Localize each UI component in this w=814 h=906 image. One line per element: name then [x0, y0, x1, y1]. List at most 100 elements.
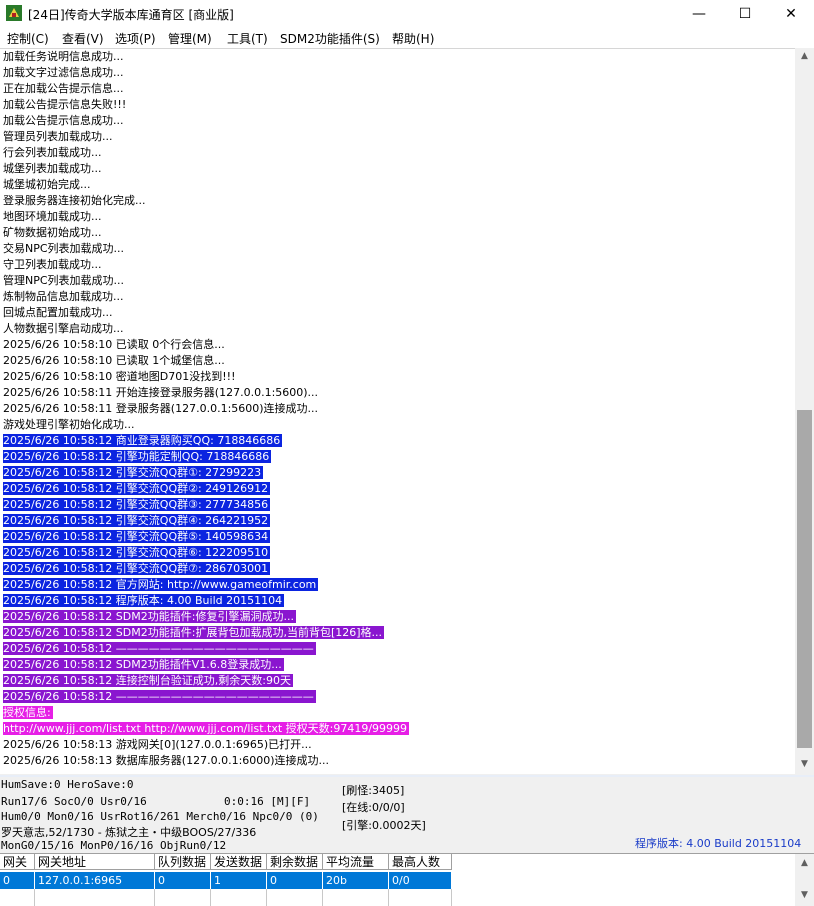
scroll-thumb[interactable]: [797, 410, 812, 748]
log-line-text: 炼制物品信息加载成功...: [3, 290, 124, 303]
log-line-text: 守卫列表加载成功...: [3, 258, 102, 271]
log-line: 守卫列表加载成功...: [0, 257, 795, 273]
log-line: 加载公告提示信息失败!!!: [0, 97, 795, 113]
log-line: 交易NPC列表加载成功...: [0, 241, 795, 257]
log-line-text: 2025/6/26 10:58:12 SDM2功能插件V1.6.8登录成功...: [3, 658, 284, 671]
log-line: 加载文字过滤信息成功...: [0, 65, 795, 81]
log-line: 2025/6/26 10:58:13 游戏网关[0](127.0.0.1:696…: [0, 737, 795, 753]
log-line: 2025/6/26 10:58:12 引擎功能定制QQ: 718846686: [0, 449, 795, 465]
col-send-data[interactable]: 发送数据: [211, 854, 267, 870]
status-version: 程序版本: 4.00 Build 20151104: [635, 837, 802, 850]
col-queue-data[interactable]: 队列数据: [155, 854, 211, 870]
log-line-text: 2025/6/26 10:58:12 ——————————————————: [3, 642, 316, 655]
menu-help[interactable]: 帮助(H): [392, 30, 434, 47]
log-line-text: 2025/6/26 10:58:12 引擎交流QQ群③: 277734856: [3, 498, 271, 511]
log-line: 登录服务器连接初始化完成...: [0, 193, 795, 209]
log-line: 2025/6/26 10:58:12 引擎交流QQ群⑤: 140598634: [0, 529, 795, 545]
log-line: 2025/6/26 10:58:10 已读取 0个行会信息...: [0, 337, 795, 353]
log-line-text: 加载任务说明信息成功...: [3, 50, 124, 63]
log-line-text: 登录服务器连接初始化完成...: [3, 194, 146, 207]
table-row[interactable]: 0 127.0.0.1:6965 0 1 0 20b 0/0: [0, 872, 452, 889]
cell-send-data: 1: [211, 872, 267, 889]
menu-options[interactable]: 选项(P): [115, 30, 156, 47]
status-engine: [引擎:0.0002天]: [342, 819, 426, 832]
status-run: Run17/6 SocO/0 Usr0/16: [1, 795, 147, 808]
scroll-up-icon[interactable]: ▲: [795, 48, 814, 65]
log-line: 管理员列表加载成功...: [0, 129, 795, 145]
log-line: 人物数据引擎启动成功...: [0, 321, 795, 337]
col-max-users[interactable]: 最高人数: [389, 854, 452, 870]
log-line: 2025/6/26 10:58:12 连接控制台验证成功,剩余天数:90天: [0, 673, 795, 689]
status-uptime: 0:0:16 [M][F]: [224, 795, 311, 808]
log-line-text: http://www.jjj.com/list.txt http://www.j…: [3, 722, 410, 735]
cell-max-users: 0/0: [389, 872, 452, 889]
log-line-text: 2025/6/26 10:58:12 引擎交流QQ群⑤: 140598634: [3, 530, 271, 543]
log-line: 城堡列表加载成功...: [0, 161, 795, 177]
log-line: 回城点配置加载成功...: [0, 305, 795, 321]
log-line-text: 行会列表加载成功...: [3, 146, 102, 159]
log-line: 2025/6/26 10:58:12 ——————————————————: [0, 641, 795, 657]
log-line-text: 2025/6/26 10:58:10 已读取 0个行会信息...: [3, 338, 225, 351]
menu-control[interactable]: 控制(C): [7, 30, 49, 47]
menu-manage[interactable]: 管理(M): [168, 30, 212, 47]
log-line: 2025/6/26 10:58:12 官方网站: http://www.game…: [0, 577, 795, 593]
log-line-text: 2025/6/26 10:58:10 密道地图D701没找到!!!: [3, 370, 236, 383]
app-icon: [6, 5, 22, 21]
log-line: 游戏处理引擎初始化成功...: [0, 417, 795, 433]
log-line-text: 回城点配置加载成功...: [3, 306, 113, 319]
table-scroll-up-icon[interactable]: ▲: [795, 855, 814, 872]
cell-gate: 0: [0, 872, 35, 889]
log-line: 2025/6/26 10:58:11 登录服务器(127.0.0.1:5600)…: [0, 401, 795, 417]
log-line-text: 2025/6/26 10:58:12 SDM2功能插件:扩展背包加载成功,当前背…: [3, 626, 385, 639]
menu-sdm2-plugin[interactable]: SDM2功能插件(S): [280, 30, 380, 47]
maximize-button[interactable]: ☐: [722, 0, 768, 28]
table-row-empty: [0, 889, 452, 906]
col-gate[interactable]: 网关: [0, 854, 35, 870]
log-line: 2025/6/26 10:58:12 SDM2功能插件:扩展背包加载成功,当前背…: [0, 625, 795, 641]
log-line: 2025/6/26 10:58:12 SDM2功能插件V1.6.8登录成功...: [0, 657, 795, 673]
log-line-text: 正在加载公告提示信息...: [3, 82, 124, 95]
col-avg-traffic[interactable]: 平均流量: [323, 854, 389, 870]
log-line-text: 管理NPC列表加载成功...: [3, 274, 125, 287]
log-line-text: 2025/6/26 10:58:12 商业登录器购买QQ: 718846686: [3, 434, 283, 447]
cell-gate-address: 127.0.0.1:6965: [35, 872, 155, 889]
scroll-down-icon[interactable]: ▼: [795, 756, 814, 773]
log-line: 矿物数据初始成功...: [0, 225, 795, 241]
log-line: 2025/6/26 10:58:12 引擎交流QQ群②: 249126912: [0, 481, 795, 497]
log-line: 2025/6/26 10:58:12 引擎交流QQ群④: 264221952: [0, 513, 795, 529]
cell-avg-traffic: 20b: [323, 872, 389, 889]
menu-view[interactable]: 查看(V): [62, 30, 104, 47]
status-refresh-mon: [刷怪:3405]: [342, 784, 405, 797]
log-line-text: 2025/6/26 10:58:12 引擎交流QQ群④: 264221952: [3, 514, 271, 527]
log-line-text: 2025/6/26 10:58:13 数据库服务器(127.0.0.1:6000…: [3, 754, 330, 767]
log-scrollbar[interactable]: ▲ ▼: [795, 48, 814, 773]
log-line-text: 2025/6/26 10:58:11 开始连接登录服务器(127.0.0.1:5…: [3, 386, 319, 399]
status-boss: 罗天意志,52/1730 - 炼狱之主・中级BOOS/27/336: [1, 826, 257, 839]
log-line-text: 加载文字过滤信息成功...: [3, 66, 124, 79]
col-remaining-data[interactable]: 剩余数据: [267, 854, 323, 870]
log-line: 授权信息:: [0, 705, 795, 721]
log-line: 2025/6/26 10:58:12 程序版本: 4.00 Build 2015…: [0, 593, 795, 609]
status-mon: MonG0/15/16 MonP0/16/16 ObjRun0/12: [1, 839, 227, 852]
log-line: http://www.jjj.com/list.txt http://www.j…: [0, 721, 795, 737]
log-line: 炼制物品信息加载成功...: [0, 289, 795, 305]
log-line-text: 加载公告提示信息失败!!!: [3, 98, 127, 111]
log-line: 行会列表加载成功...: [0, 145, 795, 161]
log-line-text: 2025/6/26 10:58:12 引擎交流QQ群①: 27299223: [3, 466, 264, 479]
col-gate-address[interactable]: 网关地址: [35, 854, 155, 870]
log-line: 2025/6/26 10:58:12 引擎交流QQ群⑥: 122209510: [0, 545, 795, 561]
log-line: 2025/6/26 10:58:10 已读取 1个城堡信息...: [0, 353, 795, 369]
log-line-text: 2025/6/26 10:58:12 引擎交流QQ群⑦: 286703001: [3, 562, 271, 575]
log-line-text: 人物数据引擎启动成功...: [3, 322, 124, 335]
minimize-button[interactable]: —: [676, 0, 722, 28]
log-line-text: 2025/6/26 10:58:12 连接控制台验证成功,剩余天数:90天: [3, 674, 293, 687]
menu-tools[interactable]: 工具(T): [227, 30, 268, 47]
log-line: 2025/6/26 10:58:13 数据库服务器(127.0.0.1:6000…: [0, 753, 795, 769]
log-output[interactable]: 加载任务说明信息成功... 加载文字过滤信息成功... 正在加载公告提示信息... 加…: [0, 48, 795, 774]
log-line-text: 地图环境加载成功...: [3, 210, 102, 223]
log-line-text: 城堡列表加载成功...: [3, 162, 102, 175]
log-line: 2025/6/26 10:58:12 引擎交流QQ群①: 27299223: [0, 465, 795, 481]
log-line-text: 2025/6/26 10:58:12 SDM2功能插件:修复引擎漏洞成功...: [3, 610, 296, 623]
table-scroll-down-icon[interactable]: ▼: [795, 887, 814, 904]
close-button[interactable]: ✕: [768, 0, 814, 28]
